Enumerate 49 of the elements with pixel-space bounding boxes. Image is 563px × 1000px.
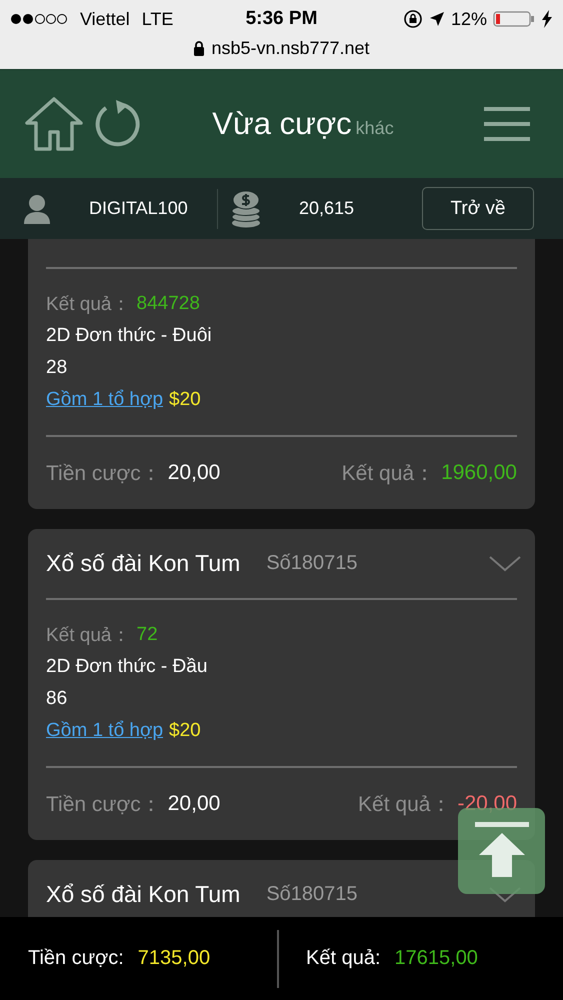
result-number: 844728 — [136, 293, 200, 315]
total-payout-amount: 17615,00 — [394, 947, 478, 970]
page-subtitle: khác — [356, 118, 394, 139]
charging-bolt-icon — [541, 10, 553, 28]
stake-amount: 20,00 — [168, 461, 220, 485]
rotation-lock-icon — [402, 9, 423, 29]
battery-percent: 12% — [450, 8, 487, 30]
page-url: nsb5-vn.nsb777.net — [211, 38, 370, 59]
home-icon[interactable] — [24, 96, 84, 152]
bet-number: 28 — [46, 356, 68, 380]
stake-amount: 20,00 — [168, 792, 220, 816]
coins-icon — [231, 190, 261, 228]
stake-label: Tiền cược： — [46, 461, 162, 487]
payout-amount: 1960,00 — [441, 461, 517, 485]
page-title: Vừa cược — [212, 106, 352, 142]
battery-icon — [493, 11, 535, 27]
result-label: Kết quả： — [46, 624, 130, 648]
total-payout-label: Kết quả: — [306, 947, 381, 970]
draw-number: Số180715 — [266, 552, 359, 575]
user-icon — [23, 194, 51, 224]
lottery-name: Xổ số đài Kon Tum — [46, 550, 240, 577]
signal-icon — [10, 13, 68, 25]
draw-number: Số180715 — [266, 883, 359, 906]
bet-type: 2D Đơn thức - Đuôi — [46, 324, 213, 348]
combination-link[interactable]: Gồm 1 tổ hợp — [46, 720, 164, 742]
network-type: LTE — [142, 8, 174, 30]
lottery-name: Xổ số đài Kon Tum — [46, 881, 240, 908]
carrier-name: Viettel — [80, 8, 130, 30]
result-number: 72 — [136, 624, 158, 646]
back-button[interactable]: Trở về — [422, 187, 534, 230]
bet-type: 2D Đơn thức - Đầu — [46, 655, 208, 679]
lock-icon — [193, 41, 206, 56]
clock-time: 5:36 PM — [246, 8, 318, 30]
payout-label: Kết quả： — [342, 461, 436, 487]
menu-icon[interactable] — [484, 106, 530, 142]
bet-number: 86 — [46, 687, 68, 711]
stake-label: Tiền cược： — [46, 792, 162, 818]
result-label: Kết quả： — [46, 293, 130, 317]
balance-amount: 20,615 — [299, 198, 356, 219]
combination-amount: $20 — [169, 389, 201, 411]
chevron-down-icon[interactable] — [489, 556, 521, 572]
username: DIGITAL100 — [89, 198, 189, 219]
combination-link[interactable]: Gồm 1 tổ hợp — [46, 389, 164, 411]
total-stake-label: Tiền cược: — [28, 947, 124, 970]
location-arrow-icon — [428, 11, 445, 27]
payout-label: Kết quả： — [358, 792, 452, 818]
payout-amount: -20,00 — [457, 792, 517, 816]
combination-amount: $20 — [169, 720, 201, 742]
total-stake-amount: 7135,00 — [138, 947, 210, 970]
